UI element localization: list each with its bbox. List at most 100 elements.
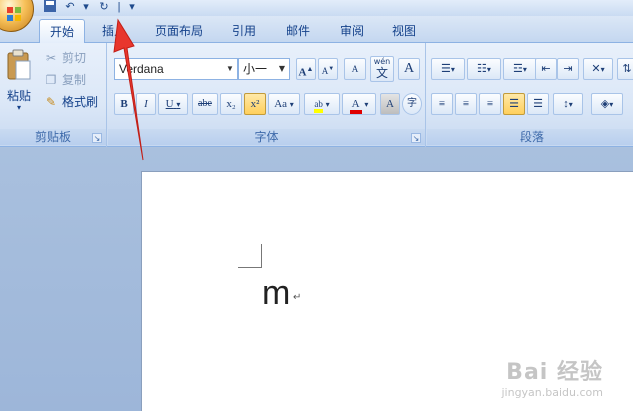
font-size-combo[interactable]: 小一 ▼: [238, 58, 290, 80]
decrease-indent-button[interactable]: ⇤: [535, 58, 557, 80]
bold-icon: B: [120, 98, 128, 110]
underline-icon: U: [165, 98, 174, 110]
font-size-dropdown-icon[interactable]: ▼: [275, 59, 289, 79]
bold-button[interactable]: B: [114, 93, 134, 115]
increase-indent-button[interactable]: ⇥: [557, 58, 579, 80]
align-center-button[interactable]: ≡: [455, 93, 477, 115]
grow-font-icon: A: [298, 66, 307, 79]
paragraph-group-label: 段落: [427, 129, 633, 145]
paragraph-group: ☰▾ ☷▾ ☲▾ ⇤ ⇥ ✕▾ ⇅ ≡ ≡ ≡ ☰ ☰ ↕▾ ◈▾ 段落: [427, 43, 633, 147]
paste-label: 粘贴: [6, 89, 31, 103]
tab-home[interactable]: 开始: [39, 19, 85, 43]
tab-insert[interactable]: 插入: [92, 19, 136, 43]
align-left-button[interactable]: ≡: [431, 93, 453, 115]
font-dialog-launcher-icon[interactable]: ↘: [411, 133, 421, 143]
underline-button[interactable]: U ▾: [158, 93, 188, 115]
align-left-icon: ≡: [438, 98, 446, 110]
paste-icon: [7, 49, 31, 80]
font-name-dropdown-icon[interactable]: ▼: [223, 59, 237, 79]
grow-font-button[interactable]: A▲: [296, 58, 316, 80]
increase-indent-icon: ⇥: [563, 63, 573, 75]
align-right-button[interactable]: ≡: [479, 93, 501, 115]
enclose-characters-icon: 字: [407, 98, 417, 109]
paint-bucket-icon: ◈: [600, 98, 610, 110]
shrink-font-button[interactable]: A▼: [318, 58, 338, 80]
highlighter-icon: ab: [314, 99, 323, 113]
line-spacing-button[interactable]: ↕▾: [553, 93, 583, 115]
italic-button[interactable]: I: [136, 93, 156, 115]
cut-label: 剪切: [62, 51, 87, 65]
watermark: Bai 经验 jingyan.baidu.com: [501, 354, 603, 399]
phonetic-guide-char: 文: [375, 66, 388, 80]
scissors-icon: ✂: [45, 51, 57, 65]
tab-view[interactable]: 视图: [382, 19, 426, 43]
superscript-icon: x²: [250, 98, 260, 110]
italic-icon: I: [144, 98, 148, 110]
font-name-value: Verdana: [119, 62, 164, 76]
ribbon-tabs: 开始 插入 页面布局 引用 邮件 审阅 视图: [0, 16, 633, 43]
character-border-button[interactable]: A: [398, 58, 420, 80]
cut-button[interactable]: ✂ 剪切: [44, 49, 86, 67]
subscript-button[interactable]: x₂: [220, 93, 242, 115]
sort-button[interactable]: ⇅: [617, 58, 633, 80]
align-right-icon: ≡: [486, 98, 494, 110]
tab-references[interactable]: 引用: [222, 19, 266, 43]
paste-button[interactable]: 粘贴 ▾: [2, 47, 36, 113]
font-group: Verdana ▼ 小一 ▼ A▲ A▼ A wén 文 A B I U ▾ a…: [108, 43, 426, 147]
copy-label: 复制: [62, 73, 87, 87]
strikethrough-button[interactable]: abe: [192, 93, 218, 115]
character-shading-icon: A: [386, 98, 394, 110]
chinese-layout-button[interactable]: ✕▾: [583, 58, 613, 80]
paste-dropdown-icon[interactable]: ▾: [2, 103, 36, 112]
distributed-button[interactable]: ☰: [527, 93, 549, 115]
undo-dropdown-icon[interactable]: ▾: [78, 0, 94, 14]
paragraph-mark-icon: ↵: [293, 292, 302, 303]
font-name-combo[interactable]: Verdana ▼: [114, 58, 238, 80]
watermark-sub: jingyan.baidu.com: [501, 386, 603, 399]
subscript-icon: x₂: [226, 98, 236, 110]
clear-formatting-button[interactable]: A: [344, 58, 366, 80]
numbering-button[interactable]: ☷▾: [467, 58, 501, 80]
justify-button[interactable]: ☰: [503, 93, 525, 115]
multilevel-list-icon: ☲: [513, 63, 523, 75]
align-center-icon: ≡: [462, 98, 470, 110]
office-logo-icon: [7, 7, 21, 21]
font-color-icon: A: [349, 98, 362, 114]
copy-button[interactable]: ❐ 复制: [44, 71, 86, 89]
tab-review[interactable]: 审阅: [330, 19, 374, 43]
copy-icon: ❐: [45, 73, 57, 87]
undo-icon[interactable]: ↶: [62, 0, 78, 14]
character-border-icon: A: [403, 61, 415, 76]
customize-qat-icon[interactable]: ▾: [124, 0, 140, 14]
font-size-value: 小一: [243, 62, 268, 76]
strikethrough-icon: abe: [198, 98, 212, 109]
character-shading-button[interactable]: A: [380, 93, 400, 115]
clipboard-group: 粘贴 ▾ ✂ 剪切 ❐ 复制 ✎ 格式刷 剪贴板 ↘: [0, 43, 107, 147]
multilevel-list-button[interactable]: ☲▾: [503, 58, 537, 80]
document-text[interactable]: m: [262, 273, 290, 313]
format-painter-button[interactable]: ✎ 格式刷: [44, 93, 98, 111]
bullets-icon: ☰: [441, 63, 451, 75]
format-painter-label: 格式刷: [62, 95, 99, 109]
font-group-label: 字体: [108, 129, 425, 145]
bullets-button[interactable]: ☰▾: [431, 58, 465, 80]
change-case-button[interactable]: Aa ▾: [268, 93, 300, 115]
text-highlight-button[interactable]: ab ▾: [304, 93, 340, 115]
tab-page-layout[interactable]: 页面布局: [146, 19, 212, 43]
enclose-characters-button[interactable]: 字: [402, 93, 422, 115]
watermark-main: Bai 经验: [506, 360, 603, 385]
font-color-button[interactable]: A ▾: [342, 93, 376, 115]
chinese-layout-icon: ✕: [591, 63, 601, 75]
paragraph-shading-button[interactable]: ◈▾: [591, 93, 623, 115]
save-icon[interactable]: [42, 0, 58, 14]
justify-icon: ☰: [509, 98, 519, 110]
decrease-indent-icon: ⇤: [541, 63, 551, 75]
distributed-icon: ☰: [533, 98, 543, 110]
separator: |: [117, 1, 121, 13]
tab-mailings[interactable]: 邮件: [276, 19, 320, 43]
clipboard-dialog-launcher-icon[interactable]: ↘: [92, 133, 102, 143]
paintbrush-icon: ✎: [45, 95, 57, 109]
redo-icon[interactable]: ↻: [96, 0, 112, 14]
superscript-button[interactable]: x²: [244, 93, 266, 115]
phonetic-guide-button[interactable]: wén 文: [370, 56, 394, 82]
